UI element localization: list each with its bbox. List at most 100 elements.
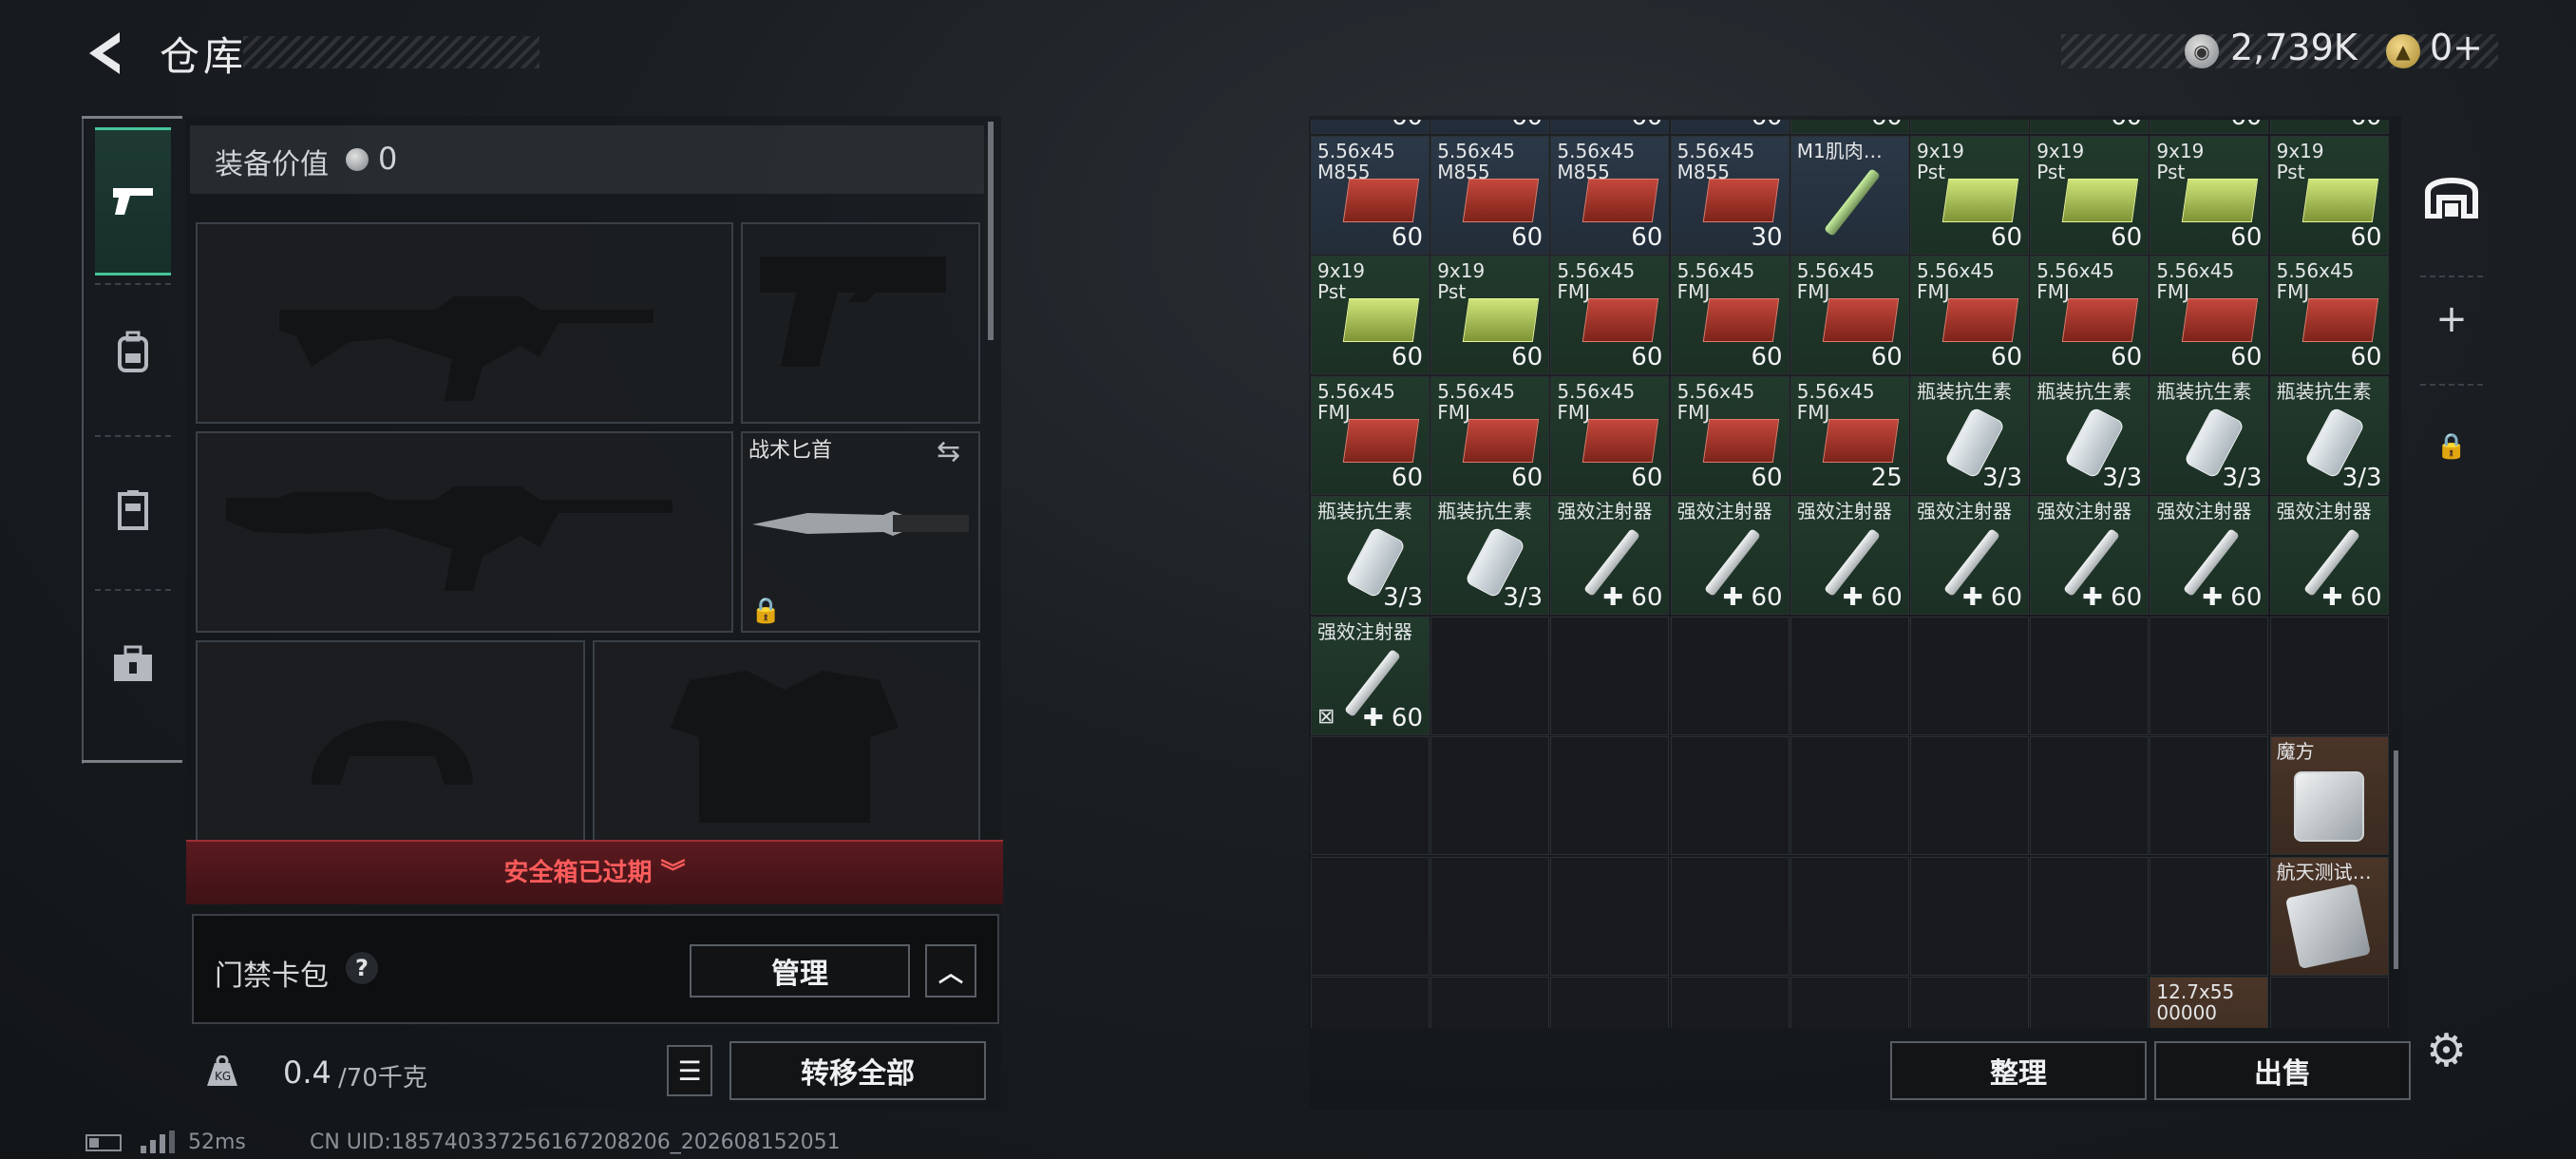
grid-cell[interactable]	[2150, 856, 2269, 976]
grid-item[interactable]: 60	[1550, 120, 1670, 134]
grid-item[interactable]: 5.56x45 M855 60	[1311, 135, 1430, 255]
grid-cell[interactable]	[1430, 856, 1550, 976]
grid-item[interactable]: 5.56x45 FMJ 60	[1910, 256, 2029, 374]
grid-item[interactable]: M1肌肉…	[1790, 135, 1909, 255]
grid-cell[interactable]	[2030, 977, 2150, 1028]
grid-item[interactable]: 魔方	[2269, 736, 2389, 855]
grid-item[interactable]: 强效注射器 ✚ 60 ⊠	[1311, 616, 1430, 735]
grid-item[interactable]: 强效注射器 ✚ 60	[2150, 496, 2269, 615]
grid-cell[interactable]	[1790, 856, 1909, 976]
grid-item[interactable]: 9x19 Pst 60	[2269, 135, 2389, 255]
grid-cell[interactable]	[2150, 736, 2269, 855]
grid-cell[interactable]	[1670, 616, 1790, 735]
grid-cell[interactable]	[1790, 977, 1909, 1028]
grid-item[interactable]: 5.56x45 FMJ 60	[1670, 375, 1790, 495]
grid-item[interactable]: 5.56x45 FMJ 60	[2269, 256, 2389, 374]
tab-medkit-case[interactable]	[95, 602, 171, 726]
grid-item[interactable]: 5.56x45 FMJ 60	[1790, 256, 1909, 374]
grid-item[interactable]: 60	[1790, 120, 1909, 134]
grid-cell[interactable]	[1670, 856, 1790, 976]
grid-cell[interactable]	[1670, 977, 1790, 1028]
grid-item[interactable]: 强效注射器 ✚ 60	[1670, 496, 1790, 615]
grid-cell[interactable]	[1550, 736, 1670, 855]
grid-item[interactable]: 5.56x45 FMJ 60	[1550, 375, 1670, 495]
swap-icon[interactable]: ⇆	[937, 435, 960, 468]
grid-item[interactable]: 瓶装抗生素 3/3	[1311, 496, 1430, 615]
grid-cell[interactable]	[2269, 616, 2389, 735]
grid-item[interactable]: 5.56x45 FMJ 60	[1550, 256, 1670, 374]
grid-item[interactable]: 60	[1430, 120, 1550, 134]
grid-item[interactable]: 9x19 Pst 60	[1430, 256, 1550, 374]
grid-cell[interactable]	[2030, 856, 2150, 976]
grid-item[interactable]: 5.56x45 FMJ 60	[1311, 375, 1430, 495]
grid-item[interactable]: 瓶装抗生素 3/3	[1910, 375, 2029, 495]
collapse-button[interactable]: ︿	[925, 944, 976, 998]
sidearm-slot[interactable]	[741, 222, 980, 424]
grid-cell[interactable]	[1550, 616, 1670, 735]
grid-item[interactable]: 9x19 Pst 60	[2150, 135, 2269, 255]
grid-item[interactable]: 5.56x45 FMJ 25	[1790, 375, 1909, 495]
locked-warehouse-tab[interactable]: 🔒	[2420, 408, 2483, 484]
loadout-scrollbar[interactable]	[988, 122, 994, 340]
grid-item[interactable]: 航天测试…	[2269, 856, 2389, 976]
grid-cell[interactable]	[1790, 616, 1909, 735]
grid-item[interactable]: 5.56x45 M855 30	[1670, 135, 1790, 255]
grid-item[interactable]: 5.56x45 FMJ 60	[2030, 256, 2150, 374]
grid-cell[interactable]	[2030, 736, 2150, 855]
warehouse-scrollbar[interactable]	[2394, 750, 2398, 969]
grid-cell[interactable]	[1311, 736, 1430, 855]
grid-cell[interactable]	[2030, 616, 2150, 735]
grid-cell[interactable]	[1910, 856, 2029, 976]
grid-item[interactable]: 60	[2150, 120, 2269, 134]
grid-item[interactable]: 60	[2030, 120, 2150, 134]
grid-cell[interactable]	[1910, 736, 2029, 855]
grid-cell[interactable]	[1430, 736, 1550, 855]
grid-item[interactable]: 强效注射器 ✚ 60	[1550, 496, 1670, 615]
grid-item[interactable]: 9x19 Pst 60	[1311, 256, 1430, 374]
sort-button[interactable]: 整理	[1890, 1041, 2147, 1100]
armor-slot[interactable]	[593, 640, 980, 842]
tab-vest[interactable]	[95, 448, 171, 572]
grid-cell[interactable]	[1670, 736, 1790, 855]
back-button[interactable]	[82, 27, 127, 80]
grid-cell[interactable]	[1311, 856, 1430, 976]
tab-backpack[interactable]	[95, 291, 171, 414]
grid-item[interactable]: 瓶装抗生素 3/3	[2030, 375, 2150, 495]
grid-cell[interactable]	[1910, 977, 2029, 1028]
transfer-all-button[interactable]: 转移全部	[729, 1041, 986, 1100]
grid-item[interactable]: 5.56x45 M855 60	[1430, 135, 1550, 255]
helmet-slot[interactable]	[196, 640, 585, 842]
secondary-weapon-slot[interactable]	[196, 431, 733, 633]
grid-cell[interactable]	[1790, 736, 1909, 855]
grid-item[interactable]: 5.56x45 FMJ 60	[2150, 256, 2269, 374]
grid-item[interactable]: 5.56x45 FMJ 60	[1670, 256, 1790, 374]
tab-warehouse[interactable]	[2420, 156, 2483, 232]
grid-item[interactable]: 60	[1670, 120, 1790, 134]
grid-item[interactable]: 强效注射器 ✚ 60	[1910, 496, 2029, 615]
grid-cell[interactable]	[1550, 977, 1670, 1028]
tab-weapons[interactable]	[95, 127, 171, 276]
grid-item[interactable]: 瓶装抗生素 3/3	[2150, 375, 2269, 495]
grid-item[interactable]: 12.7x55 00000	[2150, 977, 2269, 1028]
grid-item[interactable]: 瓶装抗生素 3/3	[1430, 496, 1550, 615]
grid-item[interactable]: 60	[2269, 120, 2389, 134]
grid-cell[interactable]	[2150, 616, 2269, 735]
grid-item[interactable]: 5.56x45 FMJ 60	[1430, 375, 1550, 495]
sell-button[interactable]: 出售	[2154, 1041, 2411, 1100]
grid-item[interactable]: 60	[1311, 120, 1430, 134]
settings-gear-icon[interactable]: ⚙	[2426, 1024, 2467, 1077]
list-view-button[interactable]: ☰	[667, 1045, 712, 1096]
grid-item[interactable]: 9x19 Pst 60	[2030, 135, 2150, 255]
grid-cell[interactable]	[1430, 977, 1550, 1028]
add-warehouse-button[interactable]: +	[2420, 281, 2483, 357]
help-icon[interactable]: ?	[346, 952, 378, 984]
grid-cell[interactable]	[1311, 977, 1430, 1028]
grid-item[interactable]: 强效注射器 ✚ 60	[2030, 496, 2150, 615]
grid-cell[interactable]	[2269, 977, 2389, 1028]
manage-button[interactable]: 管理	[690, 944, 910, 998]
grid-item[interactable]	[1910, 120, 2029, 134]
grid-item[interactable]: 强效注射器 ✚ 60	[1790, 496, 1909, 615]
grid-item[interactable]: 瓶装抗生素 3/3	[2269, 375, 2389, 495]
grid-item[interactable]: 强效注射器 ✚ 60	[2269, 496, 2389, 615]
primary-weapon-slot[interactable]	[196, 222, 733, 424]
